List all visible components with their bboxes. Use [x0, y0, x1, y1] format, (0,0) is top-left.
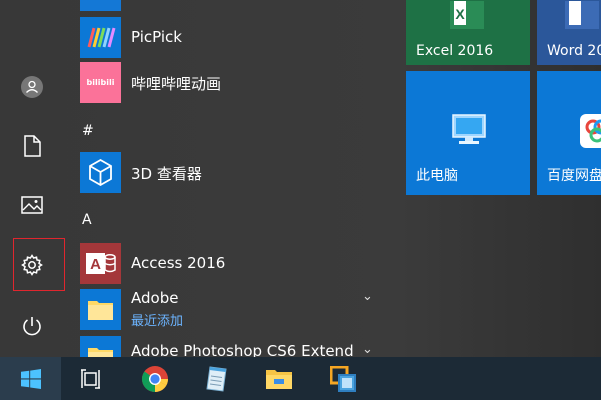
- computer-icon: [452, 114, 486, 144]
- app-name: 哔哩哔哩动画: [131, 75, 222, 93]
- list-item[interactable]: [80, 0, 390, 11]
- start-menu: PicPick bilibili 哔哩哔哩动画 # 3D 查看器 A A Acc…: [0, 0, 601, 357]
- tile-label: Excel 2016: [416, 43, 494, 59]
- bilibili-logo-text: bilibili: [86, 78, 115, 87]
- app-item-access[interactable]: A Access 2016: [80, 243, 390, 284]
- svg-text:A: A: [90, 256, 101, 273]
- excel-icon: X: [450, 1, 484, 29]
- user-icon: [21, 76, 43, 98]
- vmware-icon: [330, 365, 356, 392]
- app-name: Adobe Photoshop CS6 Extend: [131, 342, 354, 357]
- folder-icon: [80, 289, 121, 330]
- power-button[interactable]: [0, 302, 64, 350]
- tile-label: 此电脑: [416, 168, 458, 184]
- windows-start-icon: [20, 368, 41, 389]
- app-folder-photoshop[interactable]: Adobe Photoshop CS6 Extend ⌄: [80, 336, 390, 357]
- tile-excel[interactable]: X Excel 2016: [406, 0, 530, 65]
- start-button[interactable]: [0, 357, 61, 400]
- tile-this-pc[interactable]: 此电脑: [406, 71, 530, 195]
- svg-text:X: X: [455, 6, 465, 22]
- app-item-3d-viewer[interactable]: 3D 查看器: [80, 152, 390, 193]
- app-folder-adobe[interactable]: Adobe 最近添加 ⌄: [80, 289, 390, 331]
- chevron-down-icon[interactable]: ⌄: [362, 342, 373, 357]
- 3d-viewer-icon: [80, 152, 121, 193]
- notepad-icon: [206, 365, 227, 392]
- app-name: Adobe: [131, 289, 179, 307]
- start-left-rail: [0, 0, 65, 357]
- file-explorer-button[interactable]: [254, 357, 304, 400]
- app-item-picpick[interactable]: PicPick: [80, 17, 390, 58]
- folder-icon: [80, 336, 121, 357]
- document-icon: [24, 135, 41, 157]
- bilibili-icon: bilibili: [80, 62, 121, 103]
- power-icon: [23, 317, 41, 336]
- chrome-icon: [141, 365, 169, 392]
- tile-baidu-netdisk[interactable]: 百度网盘: [537, 71, 601, 195]
- notepad-button[interactable]: [192, 357, 242, 400]
- app-name: 3D 查看器: [131, 165, 202, 183]
- pictures-button[interactable]: [0, 181, 64, 229]
- settings-highlight-box: [13, 238, 65, 291]
- chrome-button[interactable]: [130, 357, 180, 400]
- chevron-down-icon[interactable]: ⌄: [362, 289, 373, 304]
- task-view-icon: [81, 368, 100, 389]
- tile-label: 百度网盘: [547, 168, 601, 184]
- app-name: PicPick: [131, 28, 182, 46]
- app-icon: [80, 0, 121, 11]
- list-header-a[interactable]: A: [82, 212, 92, 228]
- list-header-hash[interactable]: #: [82, 123, 94, 139]
- app-item-bilibili[interactable]: bilibili 哔哩哔哩动画: [80, 62, 390, 103]
- taskbar: [0, 357, 601, 400]
- tile-label: Word 20: [547, 43, 601, 59]
- documents-button[interactable]: [0, 122, 64, 170]
- recently-added-label: 最近添加: [131, 314, 184, 329]
- pictures-icon: [21, 196, 43, 214]
- app-name: Access 2016: [131, 254, 226, 272]
- app-list: PicPick bilibili 哔哩哔哩动画 # 3D 查看器 A A Acc…: [80, 0, 390, 357]
- picpick-icon: [80, 17, 121, 58]
- file-explorer-icon: [266, 369, 292, 389]
- vmware-button[interactable]: [318, 357, 368, 400]
- baidu-netdisk-icon: [580, 114, 601, 148]
- user-account-button[interactable]: [0, 63, 64, 111]
- access-icon: A: [80, 243, 121, 284]
- word-icon: [565, 1, 599, 29]
- tile-word[interactable]: Word 20: [537, 0, 601, 65]
- task-view-button[interactable]: [66, 357, 116, 400]
